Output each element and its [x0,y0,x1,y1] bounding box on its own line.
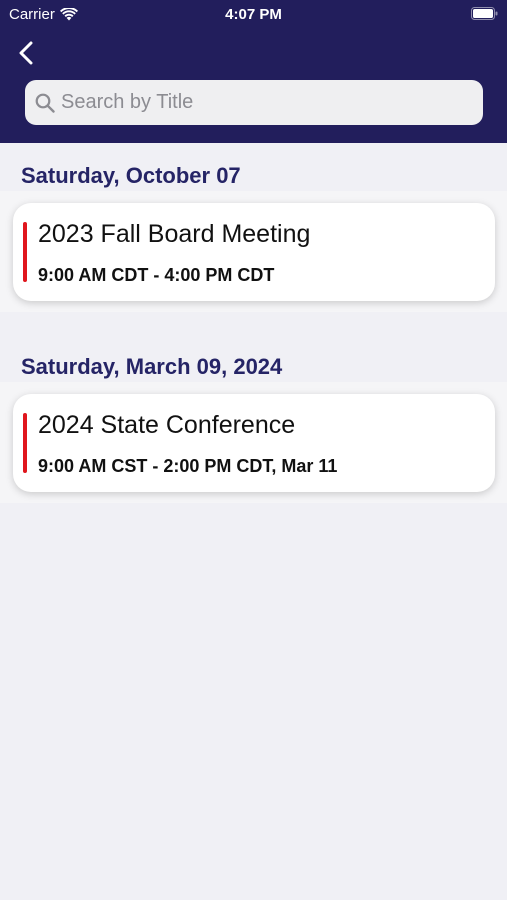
section-events: 2023 Fall Board Meeting 9:00 AM CDT - 4:… [0,191,507,312]
section-events: 2024 State Conference 9:00 AM CST - 2:00… [0,382,507,503]
event-accent-bar [23,413,27,473]
section-date: Saturday, October 07 [21,163,241,188]
event-title: 2023 Fall Board Meeting [38,220,311,248]
event-card[interactable]: 2023 Fall Board Meeting 9:00 AM CDT - 4:… [13,203,495,301]
header: Carrier 4:07 PM [0,0,507,143]
status-time: 4:07 PM [225,6,282,23]
event-accent-bar [23,222,27,282]
event-card[interactable]: 2024 State Conference 9:00 AM CST - 2:00… [13,394,495,492]
back-button[interactable] [12,38,40,68]
search-input[interactable] [61,82,461,123]
search-icon [35,93,55,113]
section-header: Saturday, March 09, 2024 [0,334,507,382]
event-time: 9:00 AM CDT - 4:00 PM CDT [38,265,275,285]
chevron-left-icon [19,41,33,65]
event-time: 9:00 AM CST - 2:00 PM CDT, Mar 11 [38,456,338,476]
battery-icon [471,7,498,20]
event-title: 2024 State Conference [38,411,296,439]
search-bar[interactable] [25,80,483,125]
section-header: Saturday, October 07 [0,143,507,191]
status-bar: Carrier 4:07 PM [0,0,507,28]
section-date: Saturday, March 09, 2024 [21,354,283,379]
